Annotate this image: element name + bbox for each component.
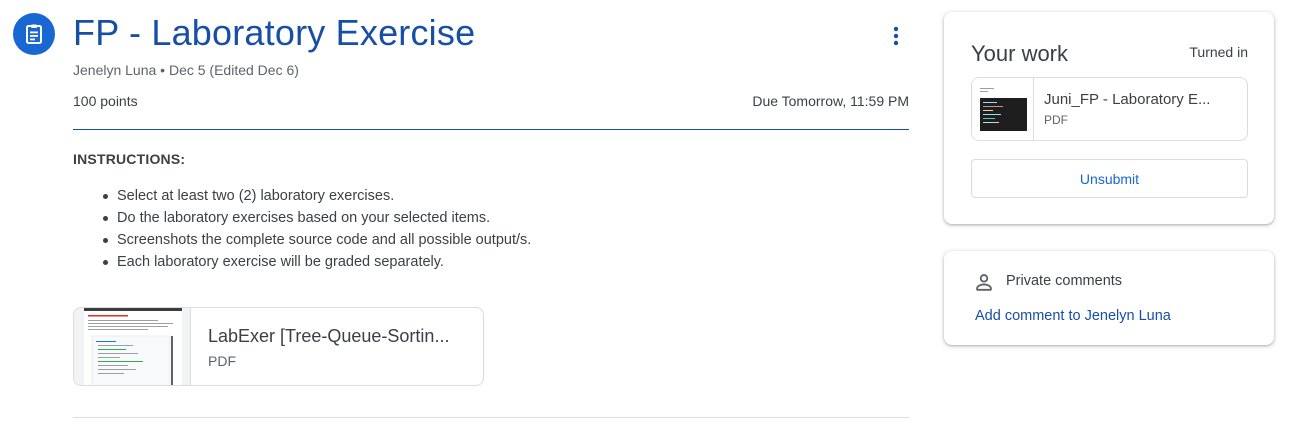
private-comments-label: Private comments [1006, 273, 1123, 289]
submitted-file-title: Juni_FP - Laboratory E... [1044, 91, 1211, 108]
header-divider [73, 129, 909, 130]
unsubmit-button[interactable]: Unsubmit [971, 159, 1248, 198]
instruction-item: Each laboratory exercise will be graded … [102, 253, 531, 275]
more-options-button[interactable] [880, 20, 912, 52]
private-comments-card: Private comments Add comment to Jenelyn … [944, 251, 1274, 345]
person-icon [976, 274, 992, 291]
submitted-file-card[interactable]: Juni_FP - Laboratory E... PDF [971, 77, 1248, 141]
your-work-title: Your work [971, 41, 1069, 66]
attachment-type: PDF [208, 353, 236, 369]
add-private-comment-link[interactable]: Add comment to Jenelyn Luna [975, 308, 1171, 324]
submitted-file-thumbnail [972, 78, 1034, 140]
clipboard-icon [26, 24, 42, 44]
points-label: 100 points [73, 93, 138, 109]
instruction-item: Screenshots the complete source code and… [102, 231, 531, 253]
submission-status: Turned in [1189, 44, 1248, 60]
instruction-item: Do the laboratory exercises based on you… [102, 209, 531, 231]
instruction-item: Select at least two (2) laboratory exerc… [102, 187, 531, 209]
content-divider [73, 417, 909, 418]
instructions-heading: INSTRUCTIONS: [73, 151, 186, 167]
assignment-meta: Jenelyn Luna • Dec 5 (Edited Dec 6) [73, 62, 299, 78]
your-work-card: Your work Turned in Juni_FP - Laboratory… [944, 12, 1274, 224]
submitted-file-type: PDF [1044, 113, 1068, 127]
due-date: Due Tomorrow, 11:59 PM [752, 93, 909, 109]
more-vert-icon [893, 26, 899, 46]
attachment-thumbnail [74, 308, 191, 385]
attachment-title: LabExer [Tree-Queue-Sortin... [208, 326, 450, 346]
attachment-card[interactable]: LabExer [Tree-Queue-Sortin... PDF [73, 307, 484, 386]
assignment-icon [13, 13, 55, 55]
page-title: FP - Laboratory Exercise [73, 12, 476, 53]
instructions-list: Select at least two (2) laboratory exerc… [102, 187, 531, 275]
